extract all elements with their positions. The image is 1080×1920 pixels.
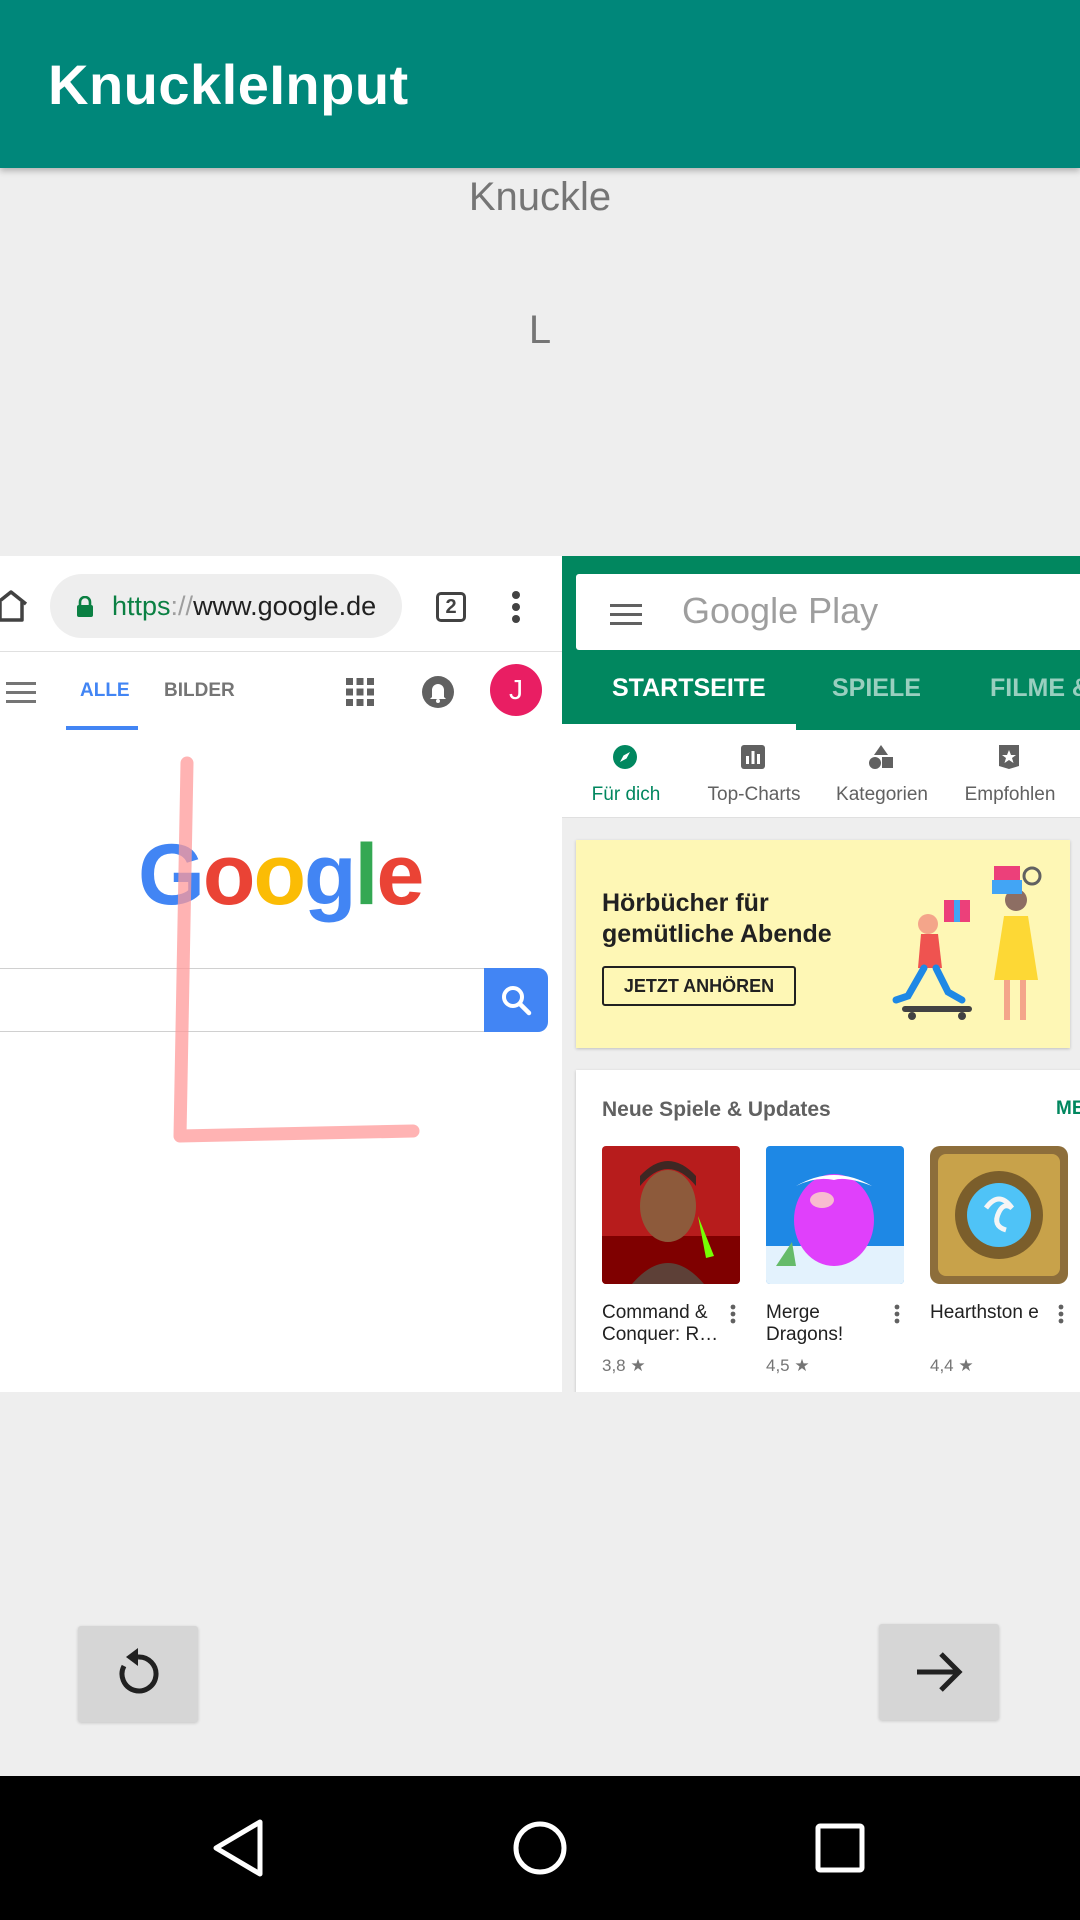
url-text: https://www.google.de [112,591,376,622]
subnav-label: Für dich [591,784,661,805]
app-title: KnuckleInput [48,53,409,116]
system-nav-bar [0,1776,1080,1920]
bell-icon[interactable] [422,676,454,708]
play-subnav: Für dich Top-Charts Kategorien Empfohlen [562,730,1080,818]
tab-bilder[interactable]: BILDER [164,680,235,702]
url-host: www.google.de [193,591,377,621]
logo-letter: o [253,827,306,923]
recents-icon[interactable] [792,1800,888,1896]
tab-alle[interactable]: ALLE [80,680,130,702]
subnav-label: Empfohlen [964,784,1056,805]
google-search-button[interactable] [484,968,548,1032]
chrome-toolbar: https://www.google.de 2 [0,556,562,652]
play-search-bar[interactable]: Google Play [576,574,1080,650]
kebab-icon[interactable] [510,590,522,624]
game-icon [930,1146,1068,1284]
play-search-placeholder: Google Play [682,590,879,631]
menu-icon[interactable] [610,604,642,626]
promo-button[interactable]: JETZT ANHÖREN [602,966,796,1006]
app-bar: KnuckleInput [0,0,1080,168]
search-icon [502,986,532,1016]
subnav-kategorien[interactable]: Kategorien [818,730,946,818]
back-icon[interactable] [192,1800,288,1896]
subnav-fuer-dich[interactable]: Für dich [562,730,690,818]
kebab-icon[interactable] [894,1304,900,1324]
game-name: Hearthston e [930,1302,1039,1323]
play-store-panel: Google Play STARTSEITE SPIELE FILME & Fü… [562,556,1080,1392]
url-scheme: https [112,591,171,621]
kebab-icon[interactable] [730,1304,736,1324]
tab-filme[interactable]: FILME & [990,674,1080,703]
subnav-top-charts[interactable]: Top-Charts [690,730,818,818]
active-tab-indicator [66,726,138,730]
arrow-right-icon [917,1652,963,1692]
promo-title: Hörbücher für gemütliche Abende [602,889,832,948]
home-circle-icon[interactable] [492,1800,588,1896]
logo-letter: o [202,827,256,923]
promo-illustration [892,866,1042,1020]
mode-label: Knuckle [468,175,612,219]
tab-switcher-button[interactable]: 2 [436,592,466,622]
subnav-label: Kategorien [836,784,928,805]
promo-banner[interactable]: Hörbücher für gemütliche Abende JETZT AN… [576,840,1070,1048]
game-rating: 4,4 ★ [930,1356,974,1375]
game-icon [766,1146,904,1284]
tab-spiele[interactable]: SPIELE [832,674,921,703]
next-button[interactable] [879,1624,999,1720]
compass-icon [613,745,637,769]
logo-letter: G [138,827,205,923]
logo-letter: g [304,827,357,923]
subnav-empfohlen[interactable]: Empfohlen [946,730,1074,818]
play-header: Google Play STARTSEITE SPIELE FILME & [562,556,1080,730]
chart-icon [741,745,765,769]
lock-icon [77,596,93,617]
logo-letter: l [354,827,379,923]
google-search-input[interactable] [0,968,486,1032]
url-separator: :// [170,591,194,621]
logo-letter: e [376,827,424,923]
screenshot-preview: https://www.google.de 2 ALLE BILDER J Go… [0,556,1080,1392]
avatar[interactable]: J [490,664,542,716]
more-button[interactable]: ME [1056,1098,1080,1120]
games-section: Neue Spiele & Updates ME Command & Conqu… [576,1070,1080,1392]
gesture-letter: L [528,308,552,352]
section-title: Neue Spiele & Updates [602,1098,831,1121]
reset-button[interactable] [78,1626,198,1722]
game-rating: 4,5 ★ [766,1356,810,1375]
shapes-icon [869,745,893,769]
home-icon[interactable] [0,590,28,622]
game-name: Merge Dragons! [766,1302,844,1345]
subnav-label: Top-Charts [707,784,801,805]
menu-icon[interactable] [6,682,36,704]
reset-icon [119,1648,159,1694]
tab-startseite[interactable]: STARTSEITE [612,674,766,703]
game-rating: 3,8 ★ [602,1356,646,1375]
url-bar[interactable]: https://www.google.de [50,574,402,638]
apps-icon[interactable] [346,678,374,706]
chrome-panel: https://www.google.de 2 ALLE BILDER J Go… [0,556,562,1392]
kebab-icon[interactable] [1058,1304,1064,1324]
google-logo: Google [138,826,424,925]
game-icon [602,1146,740,1284]
game-name: Command & Conquer: R… [602,1302,719,1345]
google-nav: ALLE BILDER J [0,652,562,732]
star-badge-icon [999,745,1019,769]
